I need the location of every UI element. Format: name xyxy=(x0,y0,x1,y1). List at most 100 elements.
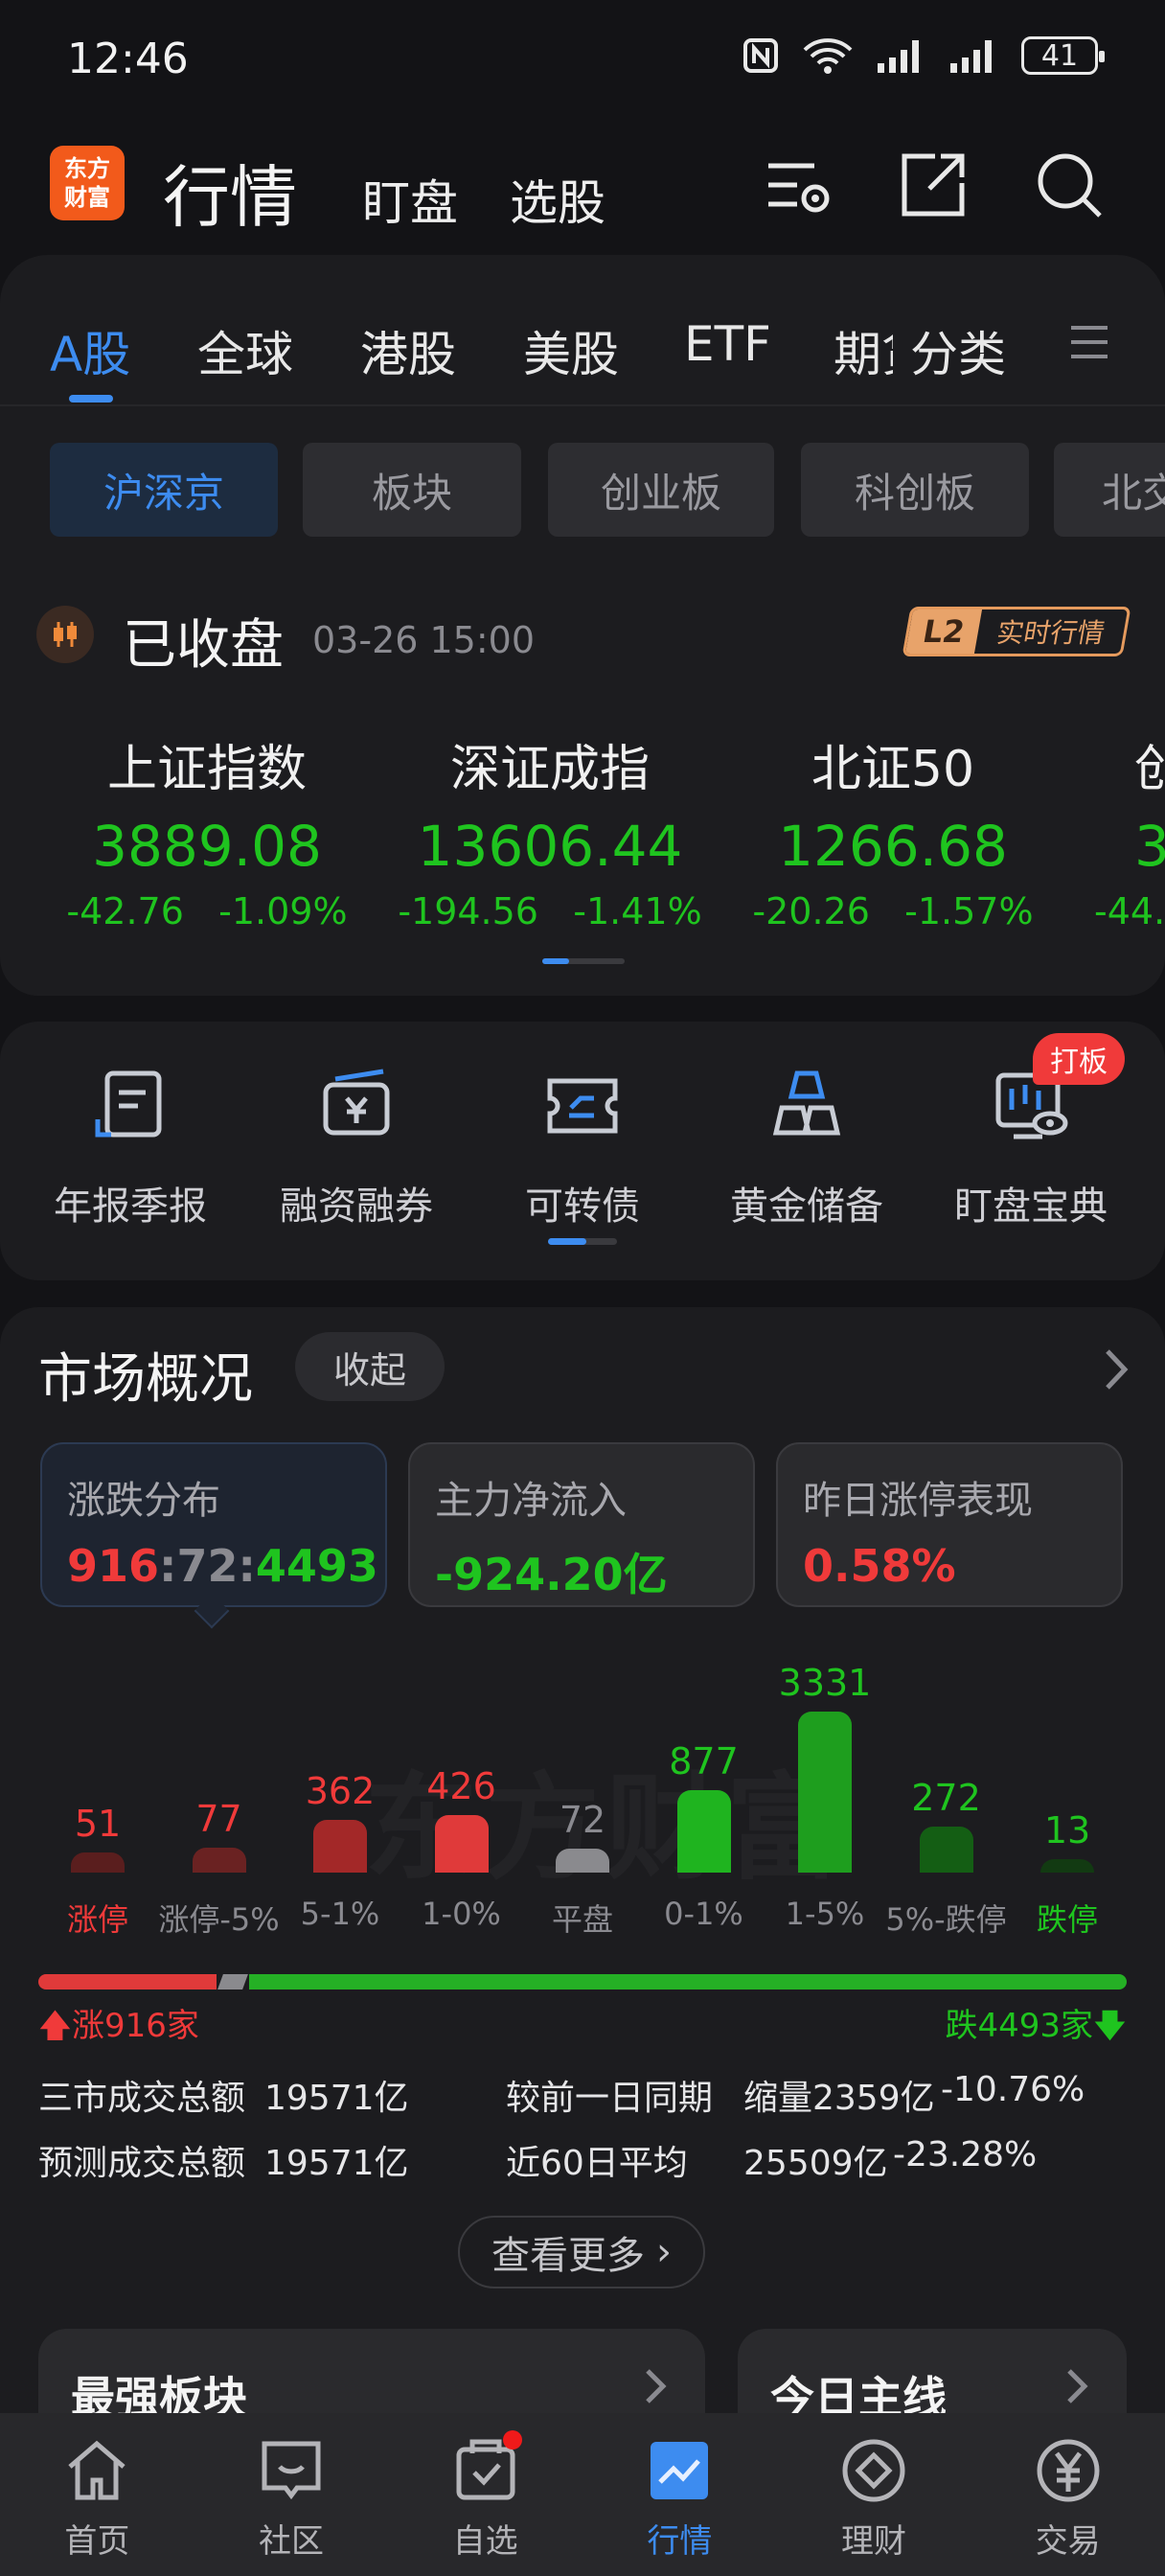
report-icon xyxy=(95,1070,162,1138)
finance-icon xyxy=(842,2439,905,2502)
chip-star-market[interactable]: 科创板 xyxy=(801,443,1029,537)
community-icon xyxy=(262,2441,321,2500)
menu-icon[interactable] xyxy=(1069,322,1109,362)
wifi-icon xyxy=(803,38,853,74)
tool-watch-guide[interactable]: 盯盘宝典 xyxy=(935,1066,1127,1230)
stat-value: -924.20亿 xyxy=(435,1549,668,1600)
nav-community[interactable]: 社区 xyxy=(194,2413,389,2576)
tool-report[interactable]: 年报季报 xyxy=(34,1066,226,1230)
tab-stock-picker[interactable]: 选股 xyxy=(510,165,605,234)
stat-up-down-distribution[interactable]: 涨跌分布 916:72:4493 xyxy=(40,1442,387,1607)
index-name: 上证指数 xyxy=(106,741,307,798)
distribution-bar-0: 51 xyxy=(45,1803,150,1873)
arrow-down-icon: 🡇 xyxy=(1093,2007,1127,2045)
index-bse50[interactable]: 北证50 1266.68 -20.26 -1.57% xyxy=(730,728,1056,932)
forecast-value: 19571亿 xyxy=(264,2144,409,2183)
search-icon[interactable] xyxy=(1033,149,1106,221)
turnover-value: 19571亿 xyxy=(264,2079,409,2118)
up-down-ratio-bar xyxy=(38,1974,1127,1990)
index-chinext-partial[interactable]: 创 3 -44. xyxy=(1073,728,1165,932)
nav-market[interactable]: 行情 xyxy=(582,2413,777,2576)
avg-value: 25509亿 xyxy=(743,2144,888,2183)
down-count: 跌4493家🡇 xyxy=(945,2007,1127,2045)
stat-main-net-inflow[interactable]: 主力净流入 -924.20亿 xyxy=(408,1442,755,1607)
bar-mark xyxy=(556,1849,609,1873)
l2-text: 实时行情 xyxy=(994,617,1108,649)
l2-realtime-badge[interactable]: L2 实时行情 xyxy=(902,607,1131,656)
chip-sector[interactable]: 板块 xyxy=(303,443,521,537)
session-status: 已收盘 xyxy=(123,614,284,677)
bar-mark xyxy=(798,1712,852,1873)
settings-list-icon[interactable] xyxy=(763,149,835,221)
chevron-right-icon: › xyxy=(656,2230,672,2274)
l2-label: L2 xyxy=(904,610,983,654)
turnover-label: 三市成交总额 xyxy=(38,2079,246,2118)
index-name: 创 xyxy=(1134,741,1165,798)
tab-us[interactable]: 美股 xyxy=(523,316,619,385)
chip-bse[interactable]: 北交所 xyxy=(1054,443,1165,537)
index-value: 3 xyxy=(1134,814,1165,879)
market-icon xyxy=(651,2442,709,2499)
nav-trade[interactable]: 交易 xyxy=(971,2413,1165,2576)
distribution-bar-2: 362 xyxy=(287,1770,393,1873)
tool-convertible-bond[interactable]: 可转债 xyxy=(487,1066,678,1230)
distribution-bar-7: 272 xyxy=(894,1777,999,1873)
nav-finance[interactable]: 理财 xyxy=(777,2413,971,2576)
page-title[interactable]: 行情 xyxy=(163,144,297,241)
avg-pct: -23.28% xyxy=(893,2135,1038,2174)
arrow-up-icon: 🡅 xyxy=(38,2007,72,2045)
trade-icon xyxy=(1037,2439,1100,2502)
app-logo: 东方 财富 xyxy=(50,146,125,220)
forecast-label: 预测成交总额 xyxy=(38,2144,246,2183)
share-icon[interactable] xyxy=(897,149,970,221)
avg-label: 近60日平均 xyxy=(506,2144,688,2183)
tab-hk[interactable]: 港股 xyxy=(360,316,456,385)
ratio-up xyxy=(38,1974,217,1990)
index-shanghai[interactable]: 上证指数 3889.08 -42.76 -1.09% xyxy=(44,728,370,932)
index-shenzhen[interactable]: 深证成指 13606.44 -194.56 -1.41% xyxy=(387,728,713,932)
ratio-flat xyxy=(217,1974,248,1990)
bar-mark xyxy=(71,1852,125,1873)
tool-gold-reserve[interactable]: 黄金储备 xyxy=(711,1066,902,1230)
compare-pct: -10.76% xyxy=(941,2070,1085,2109)
tab-etf[interactable]: ETF xyxy=(684,316,771,372)
market-overview-title: 市场概况 xyxy=(38,1348,253,1411)
nav-label: 行情 xyxy=(647,2522,713,2561)
bar-mark xyxy=(919,1826,973,1873)
tab-category[interactable]: 分类 xyxy=(910,316,1006,385)
index-change: -20.26 -1.57% xyxy=(752,890,1034,932)
tab-indicator xyxy=(69,395,113,402)
nfc-icon xyxy=(743,38,778,73)
tool-label: 黄金储备 xyxy=(730,1184,883,1229)
nav-watchlist[interactable]: 自选 xyxy=(388,2413,582,2576)
chip-chinext[interactable]: 创业板 xyxy=(548,443,774,537)
distribution-bar-4: 72 xyxy=(530,1799,635,1873)
index-name: 深证成指 xyxy=(449,741,650,798)
bar-mark xyxy=(313,1819,367,1873)
collapse-button[interactable]: 收起 xyxy=(295,1332,445,1401)
tab-global[interactable]: 全球 xyxy=(197,316,293,385)
tool-margin[interactable]: 融资融券 xyxy=(261,1066,452,1230)
tool-label: 盯盘宝典 xyxy=(954,1184,1108,1229)
tool-label: 融资融券 xyxy=(280,1184,433,1229)
stat-yesterday-limit-up[interactable]: 昨日涨停表现 0.58% xyxy=(776,1442,1123,1607)
chevron-right-icon[interactable] xyxy=(1100,1346,1134,1393)
tab-a-share[interactable]: A股 xyxy=(50,316,130,385)
tab-futures[interactable]: 期货 xyxy=(834,316,893,385)
tools-pager xyxy=(548,1238,617,1245)
stat-label: 涨跌分布 xyxy=(67,1479,220,1523)
bar-value: 877 xyxy=(669,1739,739,1782)
bar-mark xyxy=(676,1789,731,1873)
tab-divider xyxy=(0,404,1165,406)
chip-shanghai-shenzhen-beijing[interactable]: 沪深京 xyxy=(50,443,278,537)
stat-value: 916:72:4493 xyxy=(67,1540,378,1592)
nav-home[interactable]: 首页 xyxy=(0,2413,194,2576)
bar-value: 77 xyxy=(195,1798,242,1841)
stat-label: 昨日涨停表现 xyxy=(803,1479,1033,1523)
signal-icon-2 xyxy=(950,40,992,73)
tab-watch[interactable]: 盯盘 xyxy=(362,165,458,234)
index-value: 13606.44 xyxy=(417,814,683,879)
logo-text-1: 东方 xyxy=(64,155,110,182)
view-more-button[interactable]: 查看更多 › xyxy=(458,2216,705,2288)
index-value: 3889.08 xyxy=(92,814,322,879)
